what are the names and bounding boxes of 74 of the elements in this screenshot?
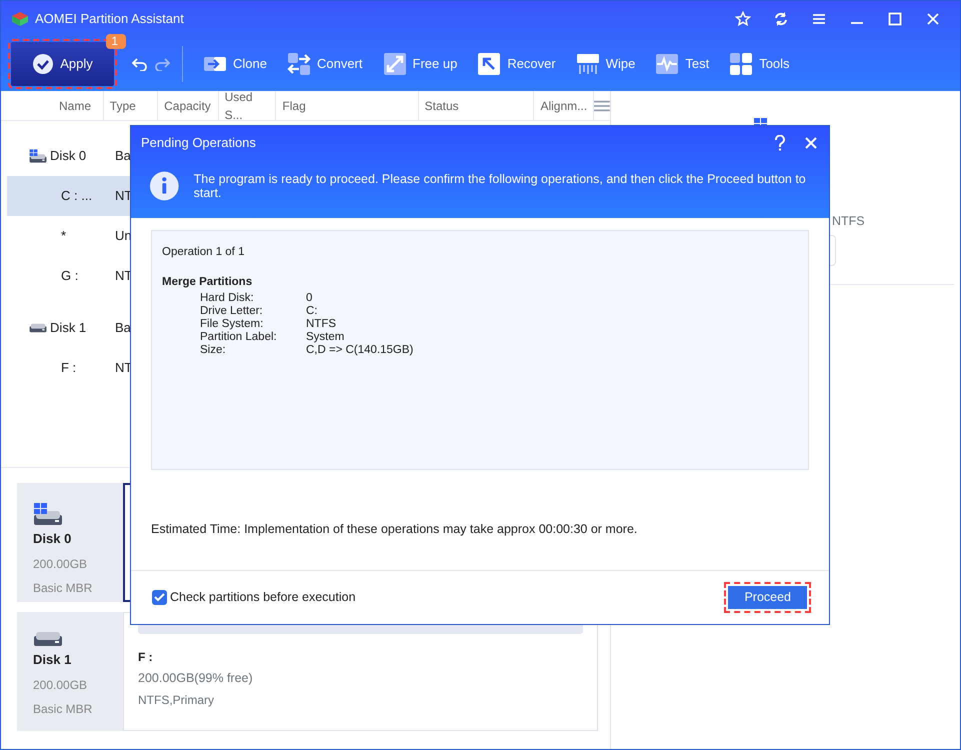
table-cell-text: NT: [115, 267, 132, 286]
table-cell-text: NT: [115, 187, 132, 206]
file-system-label: NTFS: [832, 213, 865, 230]
disk-name: Disk 1: [50, 319, 88, 338]
app-logo-icon: [11, 10, 29, 26]
field-value: System: [306, 330, 344, 344]
toolbar-button[interactable]: Wipe: [566, 52, 646, 76]
partition-letter: F :: [138, 649, 154, 666]
partition-capacity: 200.00GB(99% free): [138, 670, 254, 687]
close-icon[interactable]: [925, 10, 941, 26]
disk-name: Disk 0: [33, 530, 72, 548]
table-cell-text: Ba: [115, 147, 131, 166]
field-value: C,D => C(140.15GB): [306, 344, 414, 356]
table-cell-text: NT: [115, 359, 132, 378]
window-title: AOMEI Partition Assistant: [35, 10, 184, 28]
field-label: Partition Label:: [199, 330, 278, 344]
disk-summary-panel[interactable]: Disk 0 200.00GB Basic MBR: [17, 483, 123, 602]
dialog-title: Pending Operations: [141, 134, 256, 152]
field-label: Drive Letter:: [199, 304, 264, 318]
operation-name: Merge Partitions: [162, 275, 254, 290]
toolbar-button[interactable]: Free up: [372, 52, 468, 76]
maximize-icon[interactable]: [887, 10, 903, 26]
info-icon: [149, 170, 180, 202]
undo-icon[interactable]: [132, 56, 148, 70]
help-icon[interactable]: [774, 135, 786, 151]
partition-name: C : ...: [60, 187, 94, 206]
star-icon[interactable]: [735, 10, 751, 26]
disk-size: 200.00GB: [33, 676, 88, 694]
field-value: C:: [306, 304, 318, 318]
apply-button[interactable]: Apply: [11, 42, 114, 86]
field-label: File System:: [199, 318, 264, 330]
close-icon[interactable]: [804, 136, 818, 150]
field-value: NTFS: [306, 318, 336, 330]
checkbox-box[interactable]: [152, 590, 167, 605]
toolbar-button[interactable]: Test: [645, 52, 720, 76]
checkbox-label[interactable]: Check partitions before execution: [170, 588, 356, 607]
column-header[interactable]: Flag: [276, 91, 419, 120]
proceed-button[interactable]: Proceed: [728, 586, 807, 609]
disk-summary-panel[interactable]: Disk 1 200.00GB Basic MBR: [17, 612, 123, 731]
partition-name: *: [60, 227, 68, 246]
operation-counter: Operation 1 of 1: [162, 245, 246, 260]
toolbar-button[interactable]: Convert: [276, 52, 372, 76]
column-header[interactable]: Name: [53, 91, 104, 120]
field-value: 0: [306, 292, 312, 304]
column-header[interactable]: Status: [418, 91, 534, 120]
field-label: Size:: [199, 344, 227, 356]
column-header[interactable]: Type: [104, 91, 158, 120]
convert-icon: [286, 52, 311, 76]
count-badge: 1: [106, 34, 126, 48]
field-label: Hard Disk:: [199, 292, 255, 304]
table-cell-text: Ba: [115, 319, 131, 338]
disk-name: Disk 1: [33, 651, 72, 669]
disk-size: 200.00GB: [33, 556, 88, 572]
column-header[interactable]: Capacity: [158, 91, 219, 120]
check-circle-icon: [32, 52, 54, 74]
pulse-icon: [655, 52, 680, 76]
refresh-icon[interactable]: [773, 10, 789, 26]
disk-type: Basic MBR: [33, 580, 94, 596]
recover-icon: [477, 52, 502, 76]
expand-arrows-icon: [382, 52, 406, 76]
info-message: The program is ready to proceed. Please confirm the following operations, and then click the Proceed button to start.: [194, 172, 807, 200]
column-header[interactable]: Alignm...: [534, 91, 594, 120]
disk-name: Disk 0: [50, 147, 88, 166]
shredder-icon: [576, 52, 600, 76]
column-header[interactable]: Used S...: [218, 91, 276, 120]
toolbar-button[interactable]: Tools: [719, 52, 800, 76]
partition-name: F :: [60, 359, 78, 378]
estimated-time: Estimated Time: Implementation of these operations may take approx 00:00:30 or more.: [151, 521, 638, 538]
partition-details: NTFS,Primary: [138, 692, 215, 709]
toolbar-button[interactable]: Recover: [467, 52, 566, 76]
grid-icon: [729, 52, 754, 76]
disk-type: Basic MBR: [33, 700, 94, 718]
partition-name: G :: [60, 267, 80, 286]
toolbar-button[interactable]: Clone: [193, 52, 277, 76]
